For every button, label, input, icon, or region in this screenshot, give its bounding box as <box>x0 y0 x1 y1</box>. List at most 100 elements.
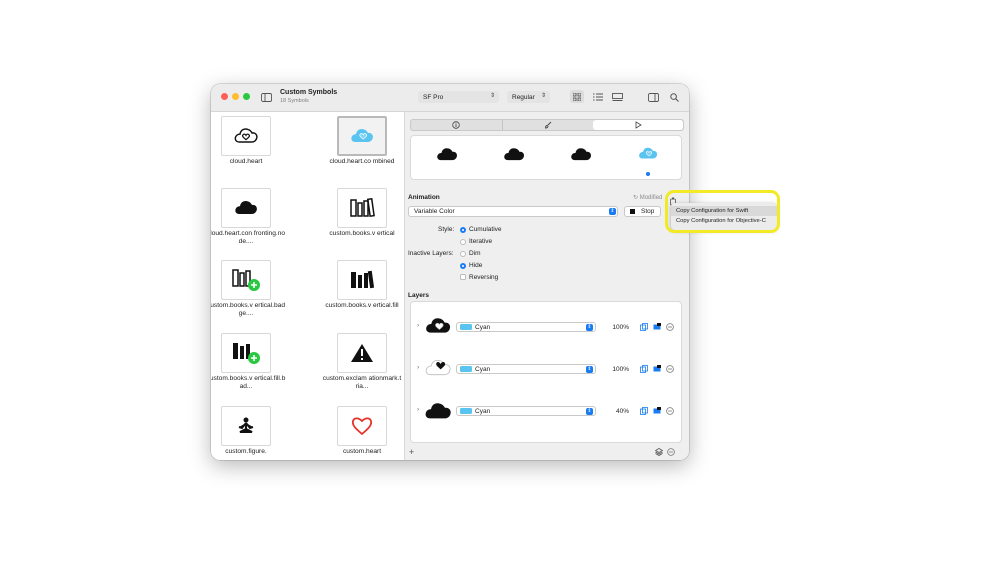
cloud-heart-icon <box>639 147 658 159</box>
remove-icon <box>667 448 675 456</box>
duplicate-icon <box>640 365 648 373</box>
chevron-right-icon[interactable]: › <box>417 406 419 413</box>
add-layer-icon[interactable]: + <box>409 447 414 457</box>
style-iterative-label: Iterative <box>469 238 493 245</box>
symbol-cell[interactable]: custom.heart <box>322 406 402 456</box>
chevron-updown-icon: ⇕ <box>586 324 593 331</box>
symbol-label: custom.books.v ertical.fill <box>325 302 399 309</box>
symbol-cell[interactable]: custom.books.v ertical.badge.... <box>211 260 286 318</box>
layer-color-name: Cyan <box>475 323 491 331</box>
sidebar-toggle-icon[interactable] <box>260 92 272 102</box>
layer-color-name: Cyan <box>475 407 491 415</box>
grid-view-icon[interactable] <box>570 90 584 103</box>
layer-thumbnail-icon <box>424 400 452 420</box>
play-icon <box>635 121 642 129</box>
symbol-cell[interactable]: cloud.heart.co mbined <box>322 116 402 166</box>
layer-opacity[interactable]: 40% <box>601 406 629 416</box>
chevron-updown-icon: ⇕ <box>540 93 546 99</box>
symbol-thumbnail <box>337 260 387 300</box>
layer-row[interactable]: › Cyan ⇕ 100% <box>411 313 683 343</box>
close-window-button[interactable] <box>221 93 228 100</box>
symbol-thumbnail <box>221 260 271 300</box>
layer-opacity[interactable]: 100% <box>601 322 629 332</box>
style-cumulative-radio[interactable] <box>460 227 466 233</box>
symbol-label: custom.exclam ationmark.tria... <box>322 375 402 390</box>
stop-button[interactable]: Stop <box>624 206 661 217</box>
remove-icon <box>666 323 674 331</box>
layers-header: Layers <box>408 292 429 299</box>
inactive-hide-radio[interactable] <box>460 263 466 269</box>
symbol-label: custom.figure. <box>225 448 267 455</box>
inspector-panel: Animation ↻ Modified Variable Color ⇕ St… <box>405 112 689 460</box>
info-icon <box>452 121 460 129</box>
zoom-window-button[interactable] <box>243 93 250 100</box>
remove-icon <box>666 365 674 373</box>
cloud-icon <box>570 146 592 161</box>
symbol-label: custom.books.v ertical.badge.... <box>211 302 286 317</box>
symbol-label: cloud.heart.con fronting.node.... <box>211 230 286 245</box>
chevron-right-icon[interactable]: › <box>417 322 419 329</box>
layer-row[interactable]: › Cyan ⇕ 40% <box>411 397 683 427</box>
app-window: Custom Symbols 18 Symbols SF Pro ⇕ Regula… <box>211 84 689 460</box>
symbol-cell[interactable]: custom.books.v ertical.fill.bad... <box>211 333 286 391</box>
weight-popup[interactable]: Regular ⇕ <box>507 91 550 103</box>
reversing-checkbox[interactable] <box>460 274 466 280</box>
tab-animation[interactable] <box>593 120 683 130</box>
symbol-cell[interactable]: custom.figure. <box>211 406 286 456</box>
chevron-updown-icon: ⇕ <box>489 93 495 99</box>
chevron-right-icon[interactable]: › <box>417 364 419 371</box>
symbol-label: custom.heart <box>342 448 382 455</box>
symbol-thumbnail <box>337 333 387 373</box>
symbol-thumbnail <box>337 188 387 228</box>
layer-thumbnail-icon <box>425 359 451 376</box>
symbol-cell[interactable]: cloud.heart.con fronting.node.... <box>211 188 286 246</box>
symbol-label: cloud.heart <box>229 158 263 165</box>
remove-icon <box>666 407 674 415</box>
gallery-view-icon[interactable] <box>611 92 623 102</box>
color-swatch <box>460 408 472 414</box>
symbol-cell[interactable]: custom.books.v ertical <box>322 188 402 238</box>
symbol-thumbnail <box>221 406 271 446</box>
color-swatch <box>460 324 472 330</box>
layer-color-name: Cyan <box>475 365 491 373</box>
style-iterative-radio[interactable] <box>460 239 466 245</box>
font-popup-value: SF Pro <box>423 93 444 101</box>
modified-label: Modified <box>639 195 663 201</box>
layers-stack-icon <box>655 448 663 456</box>
chevron-updown-icon: ⇕ <box>586 366 593 373</box>
inactive-layers-label: Inactive Layers: <box>408 250 454 257</box>
layer-fill-icon <box>653 365 661 372</box>
minimize-window-button[interactable] <box>232 93 239 100</box>
layer-color-popup[interactable]: Cyan ⇕ <box>456 364 596 374</box>
paintbrush-icon <box>545 121 552 129</box>
layer-opacity[interactable]: 100% <box>601 364 629 374</box>
symbol-cell[interactable]: custom.books.v ertical.fill <box>322 260 402 310</box>
animation-header: Animation <box>408 194 440 201</box>
layer-row[interactable]: › Cyan ⇕ 100% <box>411 355 683 385</box>
inactive-hide-label: Hide <box>469 262 483 269</box>
inactive-dim-label: Dim <box>469 250 481 257</box>
layer-color-popup[interactable]: Cyan ⇕ <box>456 322 596 332</box>
page-indicator-dot <box>646 172 650 176</box>
tab-rendering[interactable] <box>502 120 593 130</box>
stop-icon <box>630 209 635 214</box>
font-popup[interactable]: SF Pro ⇕ <box>418 91 499 103</box>
highlight-annotation <box>665 190 780 233</box>
layer-color-popup[interactable]: Cyan ⇕ <box>456 406 596 416</box>
layer-thumbnail-icon <box>426 318 451 333</box>
animation-preview <box>410 135 682 180</box>
duplicate-icon <box>640 323 648 331</box>
symbol-label: custom.books.v ertical <box>329 230 395 237</box>
tab-info[interactable] <box>411 120 501 130</box>
symbol-thumbnail <box>221 188 271 228</box>
inspector-toggle-icon[interactable] <box>647 92 659 102</box>
list-view-icon[interactable] <box>592 92 604 102</box>
inactive-dim-radio[interactable] <box>460 251 466 257</box>
symbol-cell[interactable]: cloud.heart <box>211 116 286 166</box>
search-icon[interactable] <box>668 92 680 102</box>
style-label: Style: <box>438 226 455 233</box>
symbol-thumbnail <box>337 116 387 156</box>
layers-list: › Cyan ⇕ 100% › Cyan ⇕ 100% › Cyan ⇕ 40% <box>410 301 682 443</box>
symbol-cell[interactable]: custom.exclam ationmark.tria... <box>322 333 402 391</box>
effect-popup[interactable]: Variable Color ⇕ <box>408 206 618 217</box>
